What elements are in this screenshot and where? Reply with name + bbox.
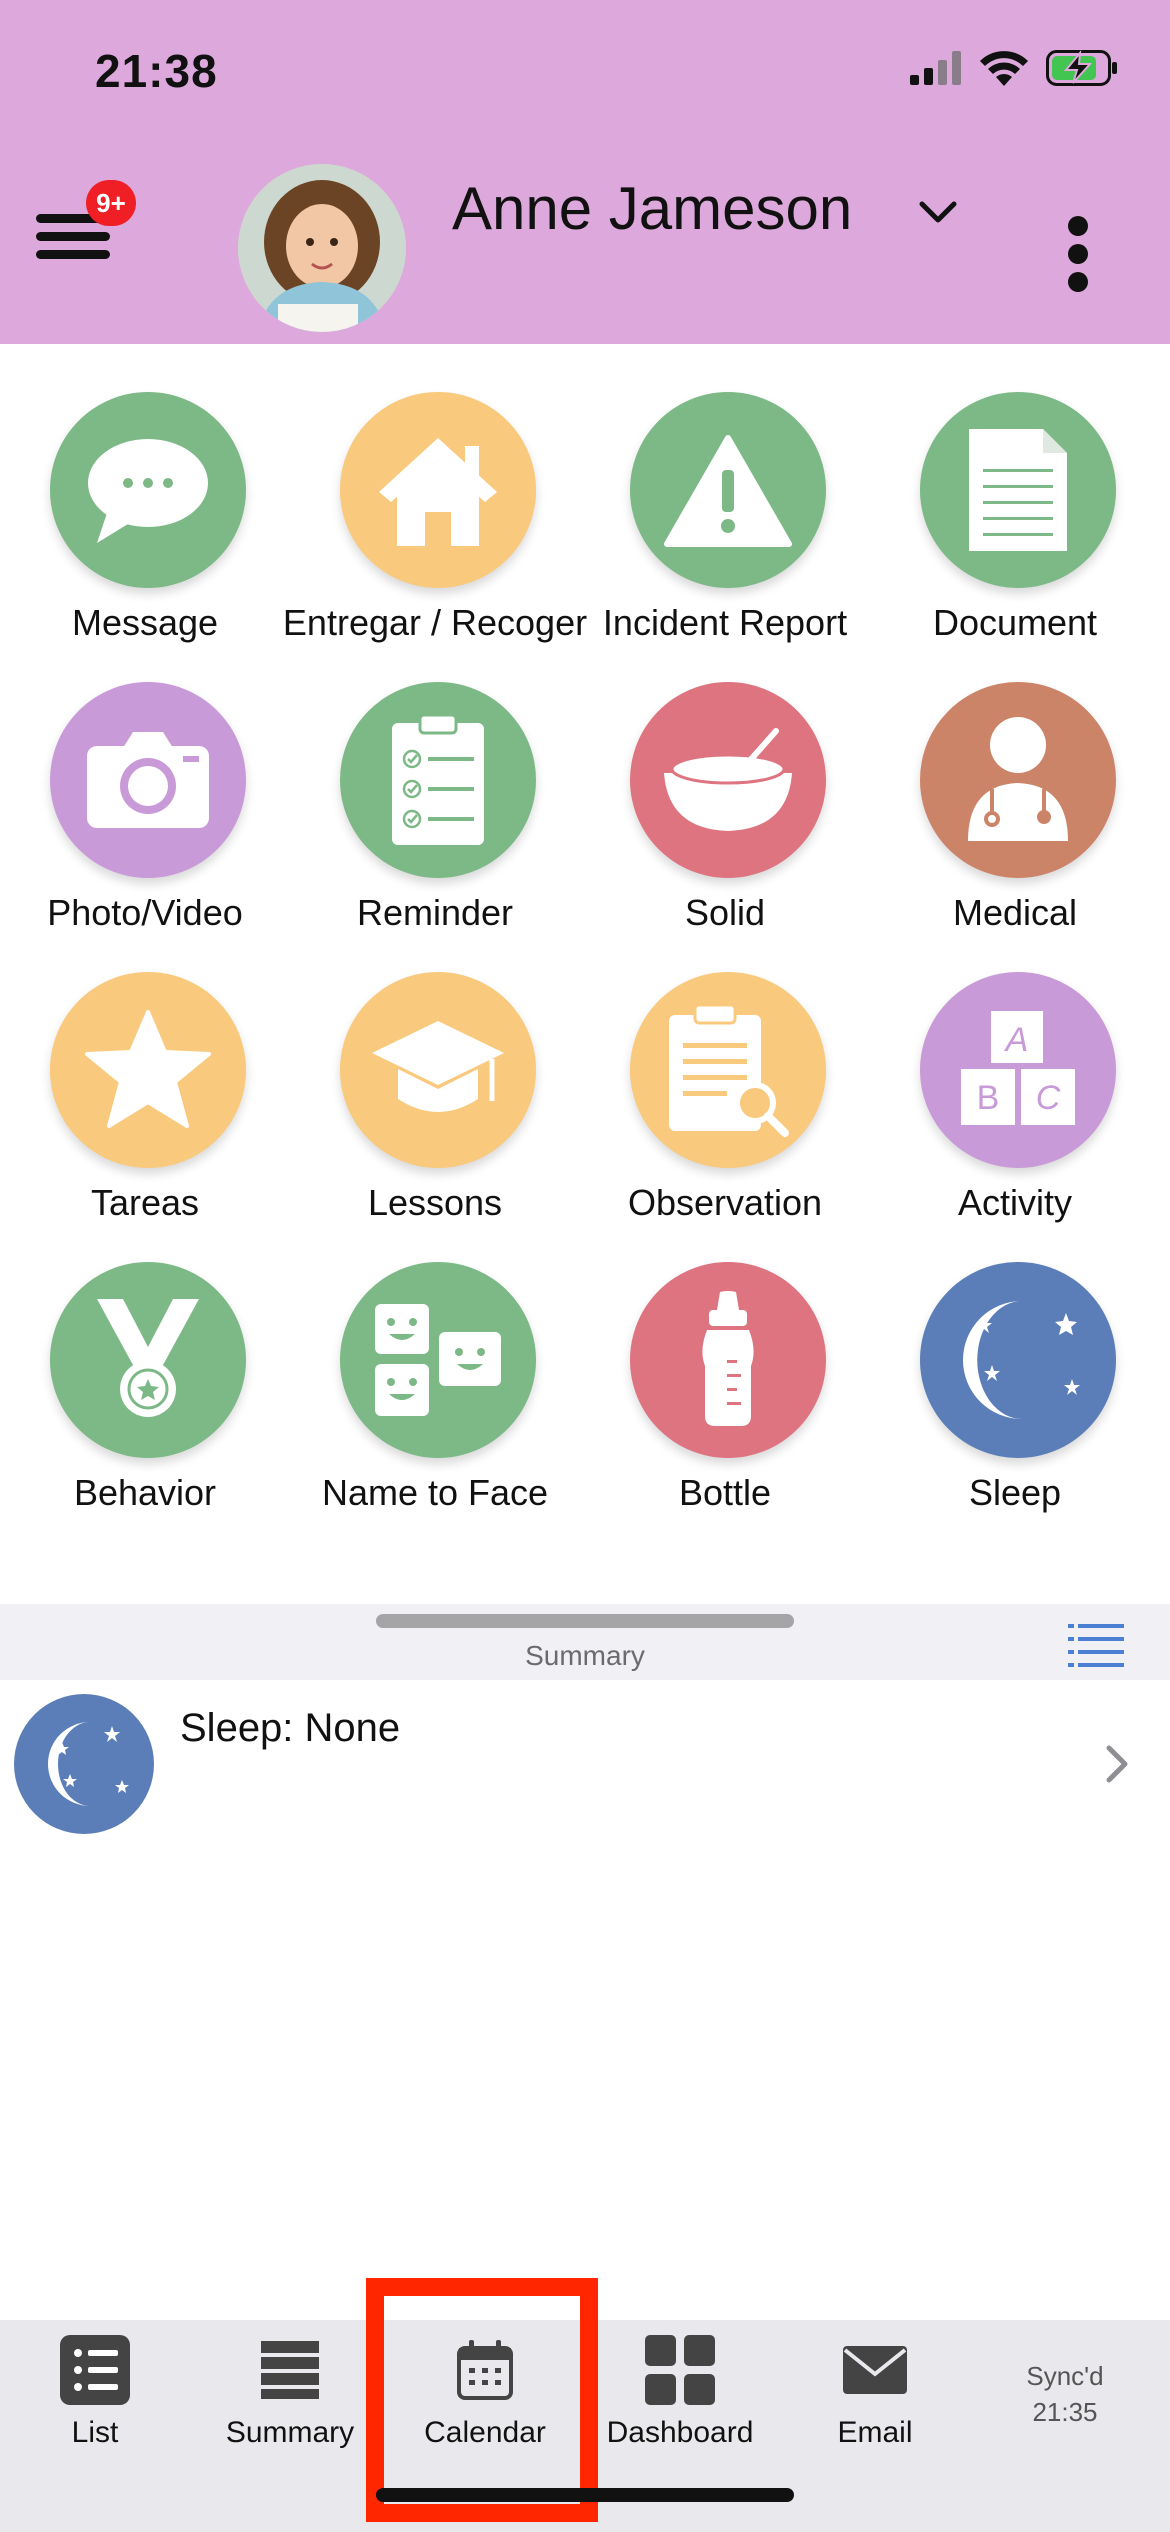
action-solid[interactable]: Solid <box>580 682 870 972</box>
tab-label: Email <box>837 2416 913 2449</box>
list-view-icon[interactable] <box>1068 1622 1124 1668</box>
child-name[interactable]: Anne Jameson <box>452 174 852 243</box>
battery-charging-icon <box>1046 50 1117 86</box>
action-entregar-recoger[interactable]: Entregar / Recoger <box>283 392 587 682</box>
doctor-icon <box>920 682 1116 878</box>
cellular-signal-icon <box>910 51 961 85</box>
checklist-icon <box>340 682 536 878</box>
action-photo-video[interactable]: Photo/Video <box>0 682 290 972</box>
sync-status: Sync'd 21:35 <box>980 2358 1150 2430</box>
action-incident-report[interactable]: Incident Report <box>580 392 870 682</box>
tab-summary[interactable]: Summary <box>195 2320 385 2480</box>
summary-sheet-header[interactable]: Summary <box>0 1604 1170 1680</box>
sheet-title: Summary <box>525 1640 645 1671</box>
header: 21:38 9+ Anne Jameson <box>0 0 1170 344</box>
camera-icon <box>50 682 246 878</box>
graduation-cap-icon <box>340 972 536 1168</box>
action-label: Document <box>932 602 1098 643</box>
email-icon <box>780 2332 970 2408</box>
action-label: Message <box>71 602 219 643</box>
summary-row[interactable]: Sleep: None <box>0 1680 1170 1840</box>
moon-stars-icon <box>14 1694 154 1834</box>
speech-bubble-icon <box>50 392 246 588</box>
action-tareas[interactable]: Tareas <box>0 972 290 1262</box>
svg-text:B: B <box>977 1079 1000 1117</box>
warning-icon <box>630 392 826 588</box>
action-grid: Message Entregar / Recoger Incident Repo… <box>0 392 1170 1562</box>
faces-icon <box>340 1262 536 1458</box>
tab-label: List <box>71 2416 119 2449</box>
svg-text:C: C <box>1036 1079 1061 1117</box>
action-label: Sleep <box>968 1472 1062 1513</box>
action-label: Photo/Video <box>47 892 243 933</box>
action-behavior[interactable]: Behavior <box>0 1262 290 1552</box>
action-label: Reminder <box>356 892 514 933</box>
calendar-highlight-box <box>366 2278 598 2522</box>
action-label: Solid <box>684 892 766 933</box>
chevron-right-icon <box>1106 1745 1128 1783</box>
summary-row-text: Sleep: None <box>180 1706 401 1750</box>
action-name-to-face[interactable]: Name to Face <box>290 1262 580 1552</box>
wifi-icon <box>980 51 1028 86</box>
sync-time: 21:35 <box>1032 2397 1098 2427</box>
more-options-button[interactable] <box>1060 216 1096 292</box>
action-activity[interactable]: A B C Activity <box>870 972 1160 1262</box>
action-sleep[interactable]: Sleep <box>870 1262 1160 1552</box>
action-label: Lessons <box>367 1182 503 1223</box>
action-label: Medical <box>952 892 1078 933</box>
chevron-down-icon[interactable] <box>916 196 960 228</box>
action-medical[interactable]: Medical <box>870 682 1160 972</box>
child-avatar[interactable] <box>238 164 406 332</box>
document-icon <box>920 392 1116 588</box>
action-label: Entregar / Recoger <box>282 602 588 643</box>
action-reminder[interactable]: Reminder <box>290 682 580 972</box>
action-label: Tareas <box>90 1182 200 1223</box>
summary-icon <box>195 2332 385 2408</box>
clipboard-search-icon <box>630 972 826 1168</box>
action-label: Activity <box>957 1182 1072 1223</box>
action-message[interactable]: Message <box>0 392 290 682</box>
action-label: Name to Face <box>321 1472 549 1513</box>
action-label: Incident Report <box>602 602 848 643</box>
moon-stars-icon <box>920 1262 1116 1458</box>
star-icon <box>50 972 246 1168</box>
tab-list[interactable]: List <box>0 2320 190 2480</box>
food-bowl-icon <box>630 682 826 878</box>
medal-icon <box>50 1262 246 1458</box>
tab-dashboard[interactable]: Dashboard <box>585 2320 775 2480</box>
blocks-icon: A B C <box>920 972 1116 1168</box>
home-indicator[interactable] <box>376 2488 794 2502</box>
action-label: Observation <box>627 1182 823 1223</box>
house-icon <box>340 392 536 588</box>
dashboard-icon <box>585 2332 775 2408</box>
status-icons <box>910 50 1118 86</box>
bottle-icon <box>630 1262 826 1458</box>
action-observation[interactable]: Observation <box>580 972 870 1262</box>
svg-text:A: A <box>1004 1021 1029 1059</box>
sync-label: Sync'd <box>1026 2361 1104 2391</box>
tab-email[interactable]: Email <box>780 2320 970 2480</box>
tab-label: Summary <box>225 2416 355 2449</box>
action-lessons[interactable]: Lessons <box>290 972 580 1262</box>
action-label: Bottle <box>678 1472 772 1513</box>
action-document[interactable]: Document <box>870 392 1160 682</box>
action-label: Behavior <box>73 1472 217 1513</box>
status-time: 21:38 <box>95 45 218 97</box>
notification-badge: 9+ <box>86 180 136 226</box>
sheet-drag-handle[interactable] <box>376 1614 794 1628</box>
action-bottle[interactable]: Bottle <box>580 1262 870 1552</box>
list-icon <box>0 2332 190 2408</box>
tab-label: Dashboard <box>606 2416 754 2449</box>
